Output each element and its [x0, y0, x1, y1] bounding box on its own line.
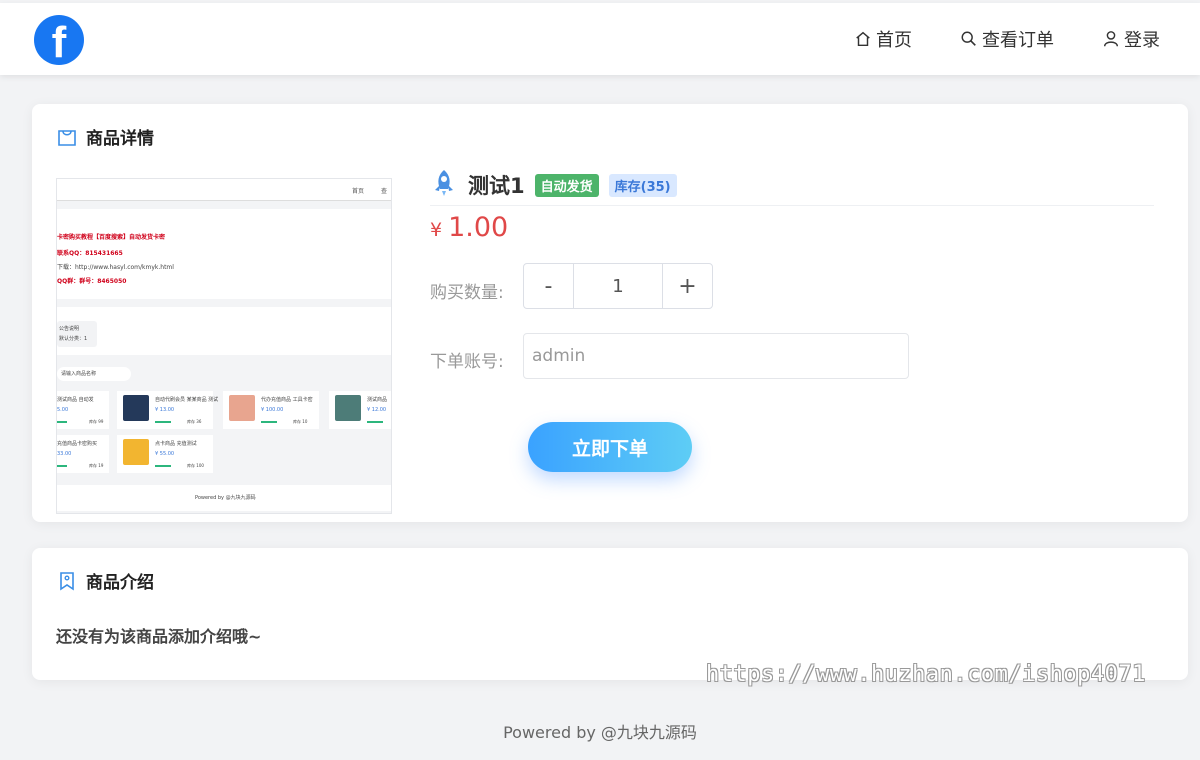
- main-nav: 首页 查看订单 登录: [854, 3, 1160, 75]
- preview-nav-orders: 查: [381, 188, 388, 195]
- intro-text: 还没有为该商品添加介绍哦~: [56, 627, 262, 646]
- page-footer: Powered by @九块九源码: [503, 723, 697, 742]
- product-name: 测试1: [468, 174, 525, 198]
- stock-badge: 库存(35): [608, 173, 677, 197]
- header-divider: [430, 205, 1154, 206]
- product-image: 首页 查 卡密购买教程【百度搜索】自动发货卡密 联系QQ：815431665 下…: [56, 178, 392, 514]
- rocket-icon: [430, 168, 458, 202]
- quantity-plus-button[interactable]: +: [663, 264, 712, 308]
- preview-navbar: 首页 查: [57, 179, 391, 201]
- preview-line: 下载：http://www.hasyl.com/kmyk.html: [57, 264, 174, 271]
- home-icon: [856, 31, 870, 47]
- nav-home-link[interactable]: 首页: [854, 26, 912, 52]
- account-input[interactable]: [523, 333, 909, 379]
- nav-login-link[interactable]: 登录: [1102, 26, 1160, 52]
- nav-orders-label: 查看订单: [982, 30, 1054, 51]
- preview-notice-block: 卡密购买教程【百度搜索】自动发货卡密 联系QQ：815431665 下载：htt…: [57, 209, 391, 299]
- quantity-input[interactable]: 1: [573, 264, 663, 308]
- preview-line: 请输入商品名称: [61, 371, 97, 377]
- intro-title-text: 商品介绍: [86, 573, 154, 593]
- price-value: 1.00: [448, 212, 509, 243]
- preview-product: 充值商品卡密购买 33.00 库存 19: [57, 435, 109, 473]
- preview-product: 测试商品 ¥ 12.00: [329, 391, 391, 429]
- intro-card-title: 商品介绍: [56, 568, 154, 593]
- top-navbar: f 首页 查看订单 登录: [0, 3, 1200, 75]
- user-icon: [1103, 31, 1119, 47]
- facebook-logo-icon[interactable]: f: [34, 15, 84, 65]
- preview-line: QQ群：群号：8465050: [57, 278, 127, 285]
- preview-product: 测试商品 自动发 5.00 库存 99: [57, 391, 109, 429]
- nav-home-label: 首页: [876, 30, 912, 51]
- detail-card-title: 商品详情: [56, 124, 154, 149]
- detail-title-text: 商品详情: [86, 129, 154, 149]
- tag-icon: [60, 571, 74, 590]
- search-icon: [961, 31, 976, 46]
- preview-search: 请输入商品名称: [57, 363, 391, 385]
- preview-footer: Powered by @九块九源码: [57, 485, 391, 511]
- preview-line: 公告说明: [59, 326, 80, 332]
- product-intro-card: 商品介绍 还没有为该商品添加介绍哦~: [32, 548, 1188, 680]
- preview-product: 代办充值商品 工具卡密 ¥ 100.00 库存 10: [223, 391, 319, 429]
- nav-login-label: 登录: [1124, 30, 1160, 51]
- shopping-bag-icon: [58, 129, 76, 146]
- nav-orders-link[interactable]: 查看订单: [960, 26, 1054, 52]
- auto-delivery-badge: 自动发货: [534, 173, 599, 197]
- preview-nav-home: 首页: [352, 188, 365, 195]
- quantity-label: 购买数量:: [430, 283, 504, 303]
- preview-line: 卡密购买教程【百度搜索】自动发货卡密: [57, 234, 166, 241]
- preview-line: 联系QQ：815431665: [57, 250, 123, 257]
- quantity-minus-button[interactable]: -: [524, 264, 573, 308]
- preview-product: 自动代刷会员 某某商品 测试 ¥ 13.00 库存 36: [117, 391, 218, 429]
- product-detail-card: 商品详情 首页 查 卡密购买教程【百度搜索】自动发货卡密 联系QQ：815431…: [32, 104, 1188, 522]
- preview-line: 默认分类：1: [59, 336, 88, 342]
- watermark-text: https://www.huzhan.com/ishop4071: [706, 662, 1146, 687]
- product-header: 测试1 自动发货 库存(35): [430, 168, 677, 202]
- price-currency: ¥: [430, 219, 443, 241]
- account-label: 下单账号:: [430, 352, 504, 372]
- product-price: ¥1.00: [430, 212, 508, 243]
- preview-category-block: 公告说明 默认分类：1: [57, 307, 391, 355]
- quantity-stepper: - 1 +: [523, 263, 713, 309]
- preview-product: 点卡商品 充值测试 ¥ 55.00 库存 100: [117, 435, 213, 473]
- order-now-button[interactable]: 立即下单: [528, 422, 692, 472]
